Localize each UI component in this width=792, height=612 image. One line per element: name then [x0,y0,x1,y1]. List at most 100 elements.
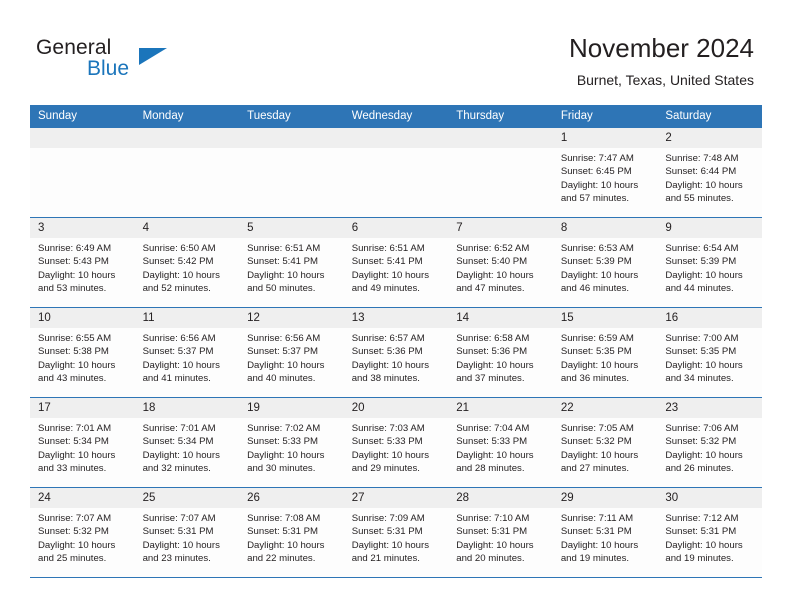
day-sun-info: Sunrise: 7:01 AM Sunset: 5:34 PM Daylight:… [30,418,135,476]
day-sun-info: Sunrise: 7:11 AM Sunset: 5:31 PM Daylight:… [553,508,658,566]
sunrise-text: Sunrise: 7:03 AM [351,423,425,434]
sunset-text: Sunset: 6:44 PM [665,166,737,178]
calendar-day-cell[interactable]: 9 Sunrise: 6:54 AM Sunset: 5:39 PM Daylight… [657,217,762,308]
daylight-text-line2: and 36 minutes. [560,373,630,385]
sunrise-text: Sunrise: 6:53 AM [560,243,634,254]
daylight-text-line1: Daylight: 10 hours [665,179,743,191]
sunset-text: Sunset: 6:45 PM [560,166,632,178]
sunrise-text: Sunrise: 7:48 AM [665,153,739,164]
daylight-text-line2: and 41 minutes. [142,373,211,385]
daylight-text-line2: and 34 minutes. [665,373,734,385]
day-number: 30 [657,488,762,508]
calendar-day-cell[interactable]: 13 Sunrise: 6:57 AM Sunset: 5:36 PM Dayligh… [343,307,449,398]
calendar-day-cell[interactable]: 17 Sunrise: 7:01 AM Sunset: 5:34 PM Dayligh… [30,397,135,488]
day-number [448,128,553,148]
calendar-day-cell[interactable]: 1 Sunrise: 7:47 AM Sunset: 6:45 PM Daylight… [552,128,658,218]
calendar-day-cell[interactable]: 15 Sunrise: 6:59 AM Sunset: 5:35 PM Dayligh… [552,307,658,398]
daylight-text-line1: Daylight: 10 hours [38,449,116,461]
daylight-text-line2: and 21 minutes. [351,553,420,565]
calendar-week-row: 24 Sunrise: 7:07 AM Sunset: 5:32 PM Dayligh… [30,487,762,578]
sunset-text: Sunset: 5:41 PM [247,256,319,268]
calendar-day-cell[interactable]: 29 Sunrise: 7:11 AM Sunset: 5:31 PM Dayligh… [552,487,658,578]
day-sun-info: Sunrise: 6:56 AM Sunset: 5:37 PM Daylight:… [135,328,240,386]
daylight-text-line2: and 26 minutes. [665,463,734,475]
calendar-day-cell[interactable]: 25 Sunrise: 7:07 AM Sunset: 5:31 PM Dayligh… [134,487,240,578]
daylight-text-line1: Daylight: 10 hours [38,539,116,551]
calendar-day-cell[interactable]: 21 Sunrise: 7:04 AM Sunset: 5:33 PM Dayligh… [448,397,553,488]
calendar-day-cell[interactable]: 20 Sunrise: 7:03 AM Sunset: 5:33 PM Dayligh… [343,397,449,488]
day-number: 20 [343,398,449,418]
daylight-text-line1: Daylight: 10 hours [351,539,430,551]
sunrise-text: Sunrise: 7:10 AM [456,513,530,524]
sunset-text: Sunset: 5:41 PM [351,256,423,268]
sunset-text: Sunset: 5:32 PM [38,526,109,538]
daylight-text-line2: and 46 minutes. [560,283,630,295]
calendar-header-row: Sunday Monday Tuesday Wednesday Thursday… [30,105,762,128]
sunrise-text: Sunrise: 7:12 AM [665,513,739,524]
day-number: 13 [343,308,449,328]
calendar-day-cell[interactable]: 18 Sunrise: 7:01 AM Sunset: 5:34 PM Dayligh… [134,397,240,488]
calendar-day-cell[interactable]: 24 Sunrise: 7:07 AM Sunset: 5:32 PM Dayligh… [30,487,135,578]
daylight-text-line1: Daylight: 10 hours [456,449,534,461]
daylight-text-line1: Daylight: 10 hours [247,359,325,371]
calendar-day-cell[interactable]: 2 Sunrise: 7:48 AM Sunset: 6:44 PM Daylight… [657,128,762,218]
day-sun-info: Sunrise: 7:04 AM Sunset: 5:33 PM Daylight:… [448,418,553,476]
calendar-day-cell[interactable]: 3 Sunrise: 6:49 AM Sunset: 5:43 PM Daylight… [30,217,135,308]
sunrise-text: Sunrise: 7:06 AM [665,423,739,434]
daylight-text-line1: Daylight: 10 hours [456,269,534,281]
day-number: 22 [552,398,658,418]
calendar-day-cell[interactable]: 5 Sunrise: 6:51 AM Sunset: 5:41 PM Daylight… [239,217,344,308]
calendar-day-cell[interactable]: 27 Sunrise: 7:09 AM Sunset: 5:31 PM Dayligh… [343,487,449,578]
calendar-day-cell[interactable]: 12 Sunrise: 6:56 AM Sunset: 5:37 PM Dayligh… [239,307,344,398]
calendar-day-cell[interactable]: 28 Sunrise: 7:10 AM Sunset: 5:31 PM Dayligh… [448,487,553,578]
calendar-body: 1 Sunrise: 7:47 AM Sunset: 6:45 PM Daylight… [30,128,762,578]
daylight-text-line2: and 33 minutes. [38,463,107,475]
daylight-text-line1: Daylight: 10 hours [142,449,220,461]
weekday-header-thursday: Thursday [448,105,553,128]
calendar-day-cell[interactable]: 7 Sunrise: 6:52 AM Sunset: 5:40 PM Daylight… [448,217,553,308]
calendar-day-cell[interactable]: 16 Sunrise: 7:00 AM Sunset: 5:35 PM Dayligh… [657,307,762,398]
calendar-day-cell[interactable]: 10 Sunrise: 6:55 AM Sunset: 5:38 PM Dayligh… [30,307,135,398]
calendar-day-cell[interactable]: 26 Sunrise: 7:08 AM Sunset: 5:31 PM Dayligh… [239,487,344,578]
daylight-text-line2: and 50 minutes. [247,283,316,295]
calendar-table: Sunday Monday Tuesday Wednesday Thursday… [30,105,762,578]
day-number [134,128,240,148]
sunrise-text: Sunrise: 6:52 AM [456,243,530,254]
calendar-day-cell[interactable]: 19 Sunrise: 7:02 AM Sunset: 5:33 PM Dayligh… [239,397,344,488]
calendar-day-cell[interactable]: 14 Sunrise: 6:58 AM Sunset: 5:36 PM Dayligh… [448,307,553,398]
calendar-week-row: 3 Sunrise: 6:49 AM Sunset: 5:43 PM Daylight… [30,217,762,308]
general-blue-logo[interactable]: General Blue [36,36,236,84]
day-number: 11 [134,308,240,328]
sunset-text: Sunset: 5:39 PM [560,256,632,268]
day-number: 28 [448,488,553,508]
day-number [30,128,135,148]
daylight-text-line1: Daylight: 10 hours [142,269,220,281]
day-number: 6 [343,218,449,238]
calendar-cell-empty [448,128,553,218]
day-number: 27 [343,488,449,508]
daylight-text-line1: Daylight: 10 hours [38,269,116,281]
daylight-text-line1: Daylight: 10 hours [560,539,639,551]
calendar-cell-empty [239,128,344,218]
day-sun-info: Sunrise: 6:59 AM Sunset: 5:35 PM Daylight:… [553,328,658,386]
day-sun-info: Sunrise: 7:05 AM Sunset: 5:32 PM Daylight:… [553,418,658,476]
day-number: 7 [448,218,553,238]
day-number: 4 [134,218,240,238]
sunrise-text: Sunrise: 6:59 AM [560,333,634,344]
day-number: 18 [134,398,240,418]
calendar-day-cell[interactable]: 30 Sunrise: 7:12 AM Sunset: 5:31 PM Dayligh… [657,487,762,578]
calendar-day-cell[interactable]: 22 Sunrise: 7:05 AM Sunset: 5:32 PM Dayligh… [552,397,658,488]
daylight-text-line1: Daylight: 10 hours [38,359,116,371]
daylight-text-line2: and 29 minutes. [351,463,420,475]
sunset-text: Sunset: 5:37 PM [247,346,319,358]
calendar-day-cell[interactable]: 23 Sunrise: 7:06 AM Sunset: 5:32 PM Dayligh… [657,397,762,488]
calendar-day-cell[interactable]: 11 Sunrise: 6:56 AM Sunset: 5:37 PM Dayligh… [134,307,240,398]
title-block: November 2024 Burnet, Texas, United Stat… [569,32,754,89]
calendar-day-cell[interactable]: 6 Sunrise: 6:51 AM Sunset: 5:41 PM Daylight… [343,217,449,308]
daylight-text-line2: and 19 minutes. [665,553,734,565]
sunset-text: Sunset: 5:33 PM [351,436,423,448]
calendar-day-cell[interactable]: 4 Sunrise: 6:50 AM Sunset: 5:42 PM Daylight… [134,217,240,308]
daylight-text-line2: and 43 minutes. [38,373,107,385]
calendar-day-cell[interactable]: 8 Sunrise: 6:53 AM Sunset: 5:39 PM Daylight… [552,217,658,308]
daylight-text-line1: Daylight: 10 hours [560,359,639,371]
